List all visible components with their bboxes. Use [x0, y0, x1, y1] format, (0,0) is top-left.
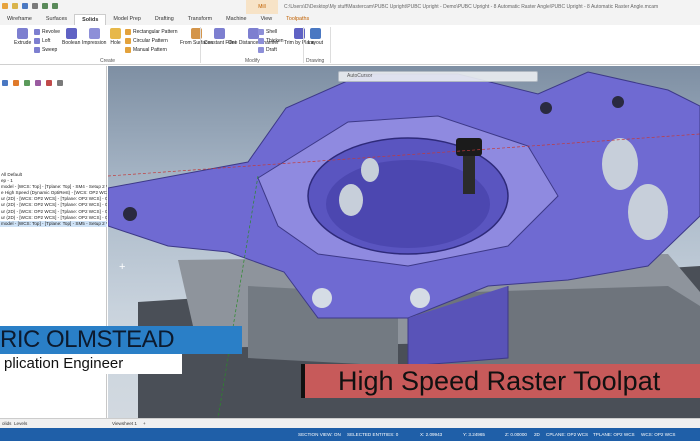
tab-solids-manager[interactable]: olids	[2, 421, 11, 426]
ribbon-separator	[303, 27, 304, 63]
selected-entities-status: SELECTED ENTITIES: 0	[347, 432, 399, 437]
fillet-icon	[214, 28, 226, 39]
extrude-button[interactable]: Extrude	[14, 28, 31, 46]
cplane-status[interactable]: CPLANE: OP2 WCS	[546, 432, 588, 437]
crosshair-icon: +	[119, 261, 126, 273]
loft-icon	[34, 38, 40, 44]
boolean-button[interactable]: Boolean	[62, 28, 80, 46]
undo-icon[interactable]	[42, 3, 48, 9]
quick-access-toolbar	[2, 3, 58, 9]
circular-pattern-button[interactable]: Circular Pattern	[125, 38, 168, 44]
autocursor-toolbar[interactable]: AutoCursor	[338, 71, 538, 82]
tree-item[interactable]: ur (2D) - [WCS: OP2 WCS] - [Tplane: OP2 …	[0, 202, 107, 208]
help-icon[interactable]	[57, 80, 63, 86]
tab-toolpaths[interactable]: Toolpaths	[279, 14, 316, 25]
topic-banner-text: High Speed Raster Toolpat	[338, 366, 661, 396]
title-bar: Mill C:\Users\D\Desktop\My stuff\Masterc…	[0, 0, 700, 14]
wcs-status[interactable]: WCS: OP2 WCS	[641, 432, 675, 437]
revolve-icon	[34, 29, 40, 35]
boolean-icon	[65, 28, 77, 39]
thicken-button[interactable]: Thicken	[258, 38, 284, 44]
tab-model-prep[interactable]: Model Prep	[106, 14, 148, 25]
redo-icon[interactable]	[52, 3, 58, 9]
bottom-tab-strip: olids Levels Viewsheet 1 +	[0, 418, 700, 428]
ribbon-panel: Extrude Revolve Loft Sweep Boolean Impre…	[0, 25, 700, 65]
new-file-icon[interactable]	[2, 3, 8, 9]
tab-levels[interactable]: Levels	[14, 421, 27, 426]
window-title: C:\Users\D\Desktop\My stuff\Mastercam\PU…	[284, 4, 659, 10]
ribbon-tabs: Wireframe Surfaces Solids Model Prep Dra…	[0, 14, 700, 25]
context-tab-mill[interactable]: Mill	[246, 0, 278, 14]
section-view-status[interactable]: SECTION VIEW: ON	[298, 432, 341, 437]
tab-transform[interactable]: Transform	[181, 14, 219, 25]
impression-button[interactable]: Impression	[82, 28, 106, 46]
tree-item-selected[interactable]: model - [WCS: Top] - [Tplane: Top] - SM5…	[0, 220, 107, 227]
tab-machine[interactable]: Machine	[219, 14, 253, 25]
group-label-modify: Modify	[245, 58, 260, 64]
status-bar: SECTION VIEW: ON SELECTED ENTITIES: 0 X:…	[0, 428, 700, 441]
tree-item[interactable]: ur (2D) - [WCS: OP2 WCS] - [Tplane: OP2 …	[0, 209, 107, 215]
sweep-icon	[34, 47, 40, 53]
presenter-title: plication Engineer	[4, 355, 124, 372]
impression-icon	[88, 28, 100, 39]
shell-button[interactable]: Shell	[258, 29, 277, 35]
presenter-name: RIC OLMSTEAD	[0, 326, 175, 353]
group-label-drawing: Drawing	[306, 58, 325, 64]
group-label-create: Create	[100, 58, 116, 64]
hole-button[interactable]: Hole	[110, 28, 121, 46]
mastercam-window: Mill C:\Users\D\Desktop\My stuff\Masterc…	[0, 0, 700, 441]
tab-wireframe[interactable]: Wireframe	[0, 14, 39, 25]
open-file-icon[interactable]	[12, 3, 18, 9]
tplane-status[interactable]: TPLANE: OP2 WCS	[593, 432, 635, 437]
tab-view[interactable]: View	[254, 14, 280, 25]
ribbon-separator	[200, 27, 201, 63]
y-coordinate: Y: 3.24965	[463, 432, 485, 437]
circular-pattern-icon	[125, 38, 131, 44]
add-viewsheet-button[interactable]: +	[143, 421, 146, 426]
x-coordinate: X: 2.09943	[420, 432, 443, 437]
sweep-button[interactable]: Sweep	[34, 47, 57, 53]
thicken-icon	[258, 38, 264, 44]
save-icon[interactable]	[22, 3, 28, 9]
verify-icon[interactable]	[35, 80, 41, 86]
ribbon-separator	[330, 27, 331, 63]
toolpath-manager-toolbar	[2, 80, 63, 86]
layout-button[interactable]: Layout	[308, 28, 323, 46]
manual-pattern-icon	[125, 47, 131, 53]
tab-solids[interactable]: Solids	[74, 14, 107, 25]
rectangular-pattern-icon	[125, 29, 131, 35]
draft-button[interactable]: Draft	[258, 47, 277, 53]
loft-button[interactable]: Loft	[34, 38, 50, 44]
revolve-button[interactable]: Revolve	[34, 29, 60, 35]
mode-2d-toggle[interactable]: 2D	[534, 432, 540, 437]
tree-item[interactable]: ur (2D) - [WCS: OP2 WCS] - [Tplane: OP2 …	[0, 215, 107, 221]
rectangular-pattern-button[interactable]: Rectangular Pattern	[125, 29, 177, 35]
tab-drafting[interactable]: Drafting	[148, 14, 181, 25]
manual-pattern-button[interactable]: Manual Pattern	[125, 47, 167, 53]
regenerate-icon[interactable]	[13, 80, 19, 86]
z-coordinate: Z: 0.00000	[505, 432, 527, 437]
backplot-icon[interactable]	[24, 80, 30, 86]
shell-icon	[258, 29, 264, 35]
toolpath-tree: All Default ep - 1 model - [WCS: Top] - …	[0, 172, 107, 227]
tab-viewsheet-1[interactable]: Viewsheet 1	[112, 421, 137, 426]
layout-icon	[310, 28, 321, 39]
post-icon[interactable]	[46, 80, 52, 86]
tab-surfaces[interactable]: Surfaces	[39, 14, 74, 25]
select-all-icon[interactable]	[2, 80, 8, 86]
draft-icon	[258, 47, 264, 53]
print-icon[interactable]	[32, 3, 38, 9]
extrude-icon	[17, 28, 29, 39]
hole-icon	[110, 28, 121, 39]
